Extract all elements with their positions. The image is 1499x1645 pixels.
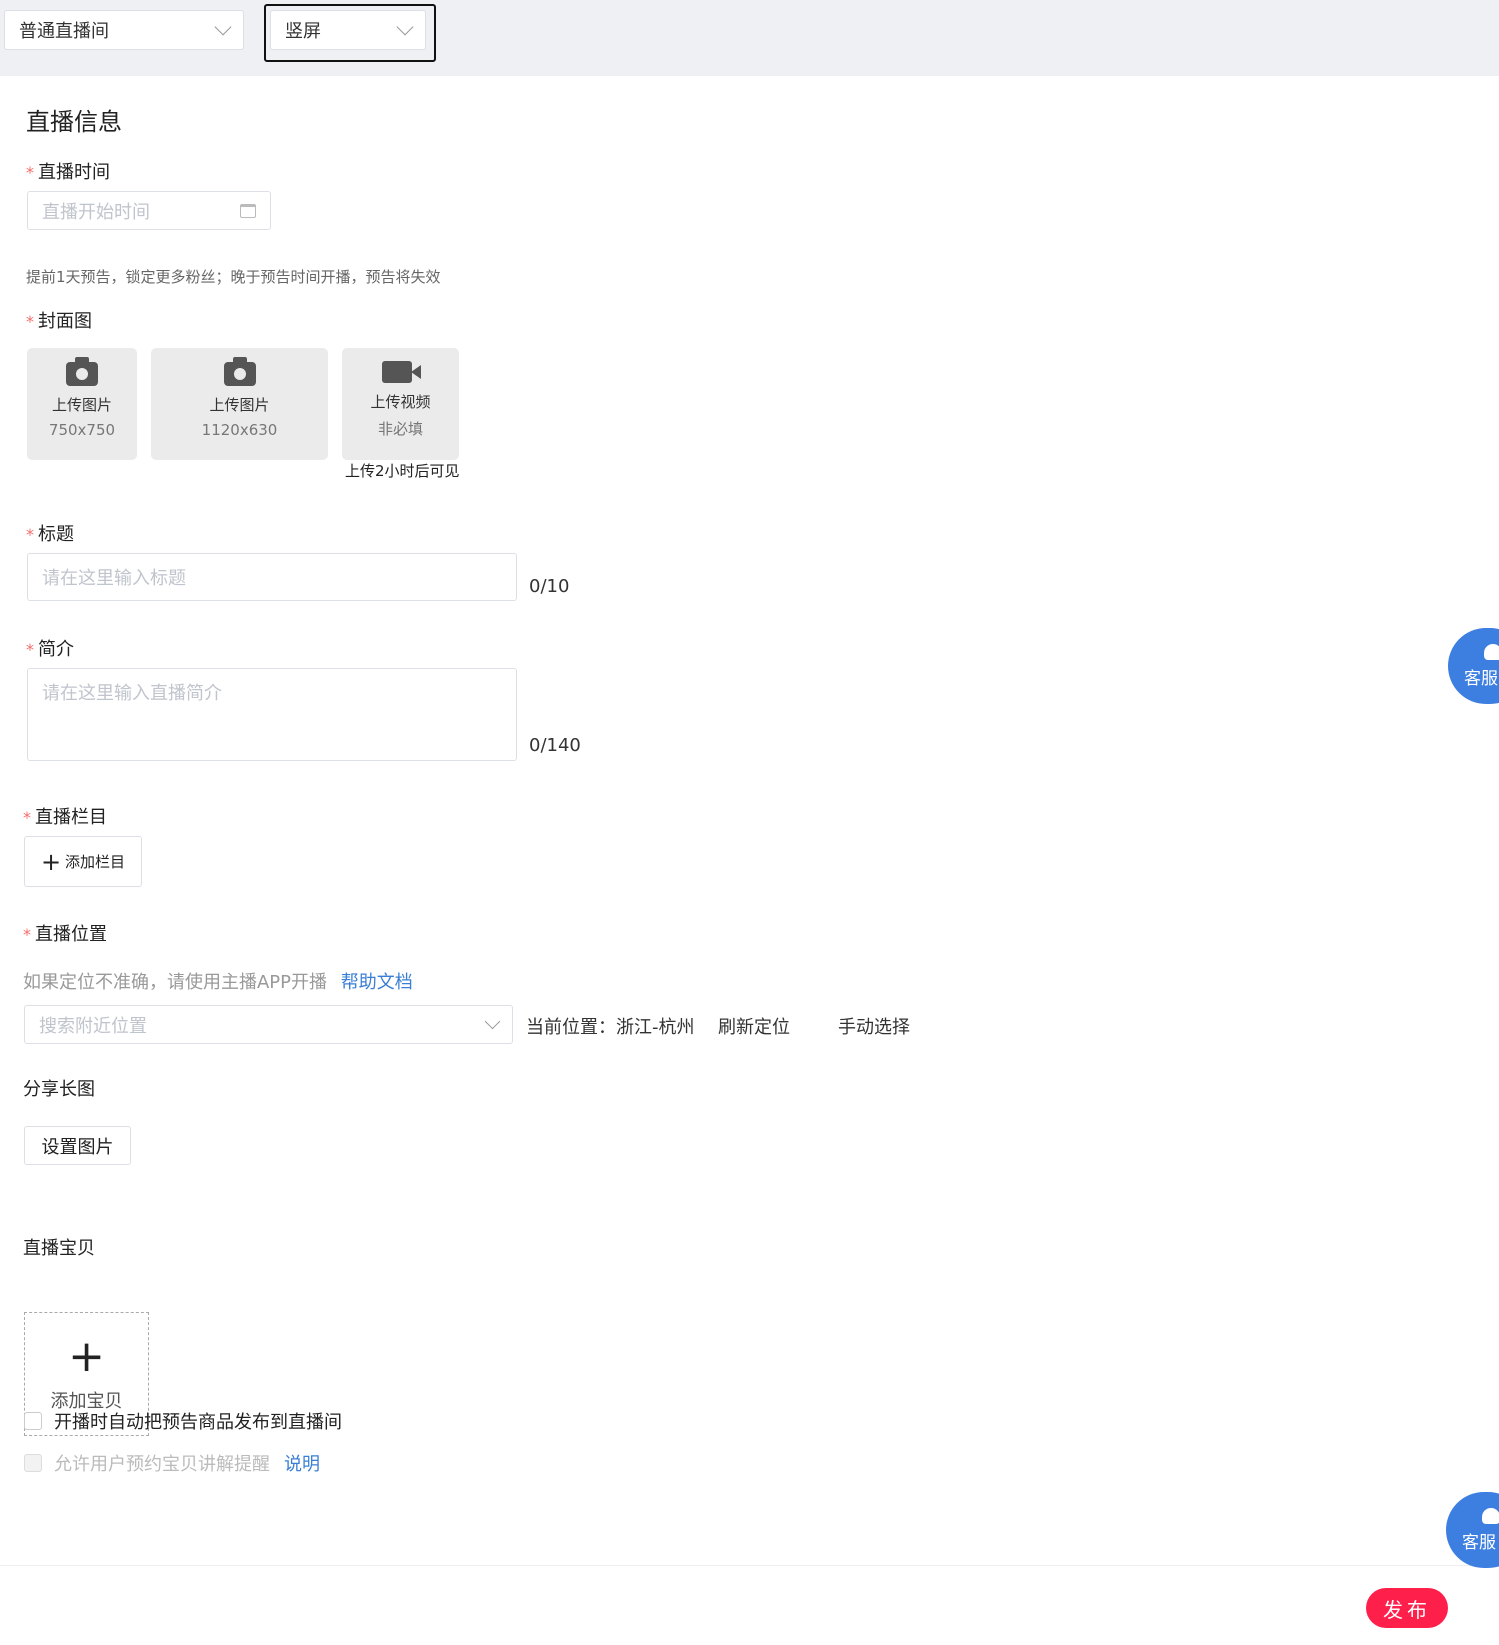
upload-video[interactable]: 上传视频 非必填	[342, 348, 459, 460]
upload-wide-image[interactable]: 上传图片 1120x630	[151, 348, 328, 460]
highlight-frame	[264, 4, 436, 62]
allow-reserve-checkbox[interactable]	[24, 1454, 42, 1472]
cover-label: * 封面图	[26, 311, 92, 332]
chevron-down-icon	[484, 1013, 501, 1030]
upload-square-image[interactable]: 上传图片 750x750	[27, 348, 137, 460]
footer-divider	[0, 1565, 1499, 1566]
refresh-location-button[interactable]: 刷新定位	[718, 1013, 790, 1039]
location-search-input[interactable]: 搜索附近位置	[24, 1005, 513, 1044]
auto-publish-row: 开播时自动把预告商品发布到直播间	[24, 1408, 342, 1434]
camera-icon	[66, 356, 98, 386]
time-hint: 提前1天预告，锁定更多粉丝；晚于预告时间开播，预告将失效	[26, 268, 441, 286]
allow-reserve-row: 允许用户预约宝贝讲解提醒 说明	[24, 1450, 320, 1476]
plus-icon: +	[40, 847, 62, 876]
location-label: * 直播位置	[23, 924, 107, 945]
chevron-down-icon	[214, 18, 232, 36]
current-location: 当前位置：浙江-杭州	[526, 1017, 695, 1038]
headset-icon	[1482, 1507, 1499, 1524]
room-type-value: 普通直播间	[19, 21, 109, 42]
title-label: * 标题	[26, 524, 74, 545]
time-label: * 直播时间	[26, 162, 110, 183]
help-doc-link[interactable]: 帮助文档	[341, 972, 413, 993]
location-hint: 如果定位不准确，请使用主播APP开播 帮助文档	[23, 972, 413, 993]
start-time-input[interactable]: 直播开始时间	[27, 191, 271, 230]
manual-select-link[interactable]: 手动选择	[838, 1013, 910, 1039]
plus-icon: +	[68, 1331, 105, 1382]
intro-label: * 简介	[26, 639, 74, 660]
title-input[interactable]: 请在这里输入标题	[27, 553, 517, 601]
section-title: 直播信息	[26, 108, 122, 136]
column-label: * 直播栏目	[23, 807, 107, 828]
headset-icon	[1484, 643, 1499, 660]
customer-service-button-bottom[interactable]: 客服	[1446, 1492, 1499, 1568]
room-type-select[interactable]: 普通直播间	[4, 10, 244, 50]
set-image-button[interactable]: 设置图片	[24, 1126, 131, 1165]
camera-icon	[223, 356, 256, 386]
auto-publish-checkbox[interactable]	[24, 1412, 42, 1430]
add-column-button[interactable]: + 添加栏目	[24, 836, 142, 887]
intro-counter: 0/140	[529, 735, 581, 756]
publish-button[interactable]: 发布	[1366, 1588, 1448, 1628]
intro-textarea[interactable]: 请在这里输入直播简介	[27, 668, 517, 761]
video-note: 上传2小时后可见	[345, 462, 460, 480]
calendar-icon	[240, 203, 256, 218]
video-camera-icon	[381, 361, 421, 383]
title-counter: 0/10	[529, 576, 570, 597]
goods-label: 直播宝贝	[23, 1238, 95, 1259]
share-label: 分享长图	[23, 1079, 95, 1100]
explain-link[interactable]: 说明	[284, 1450, 320, 1476]
